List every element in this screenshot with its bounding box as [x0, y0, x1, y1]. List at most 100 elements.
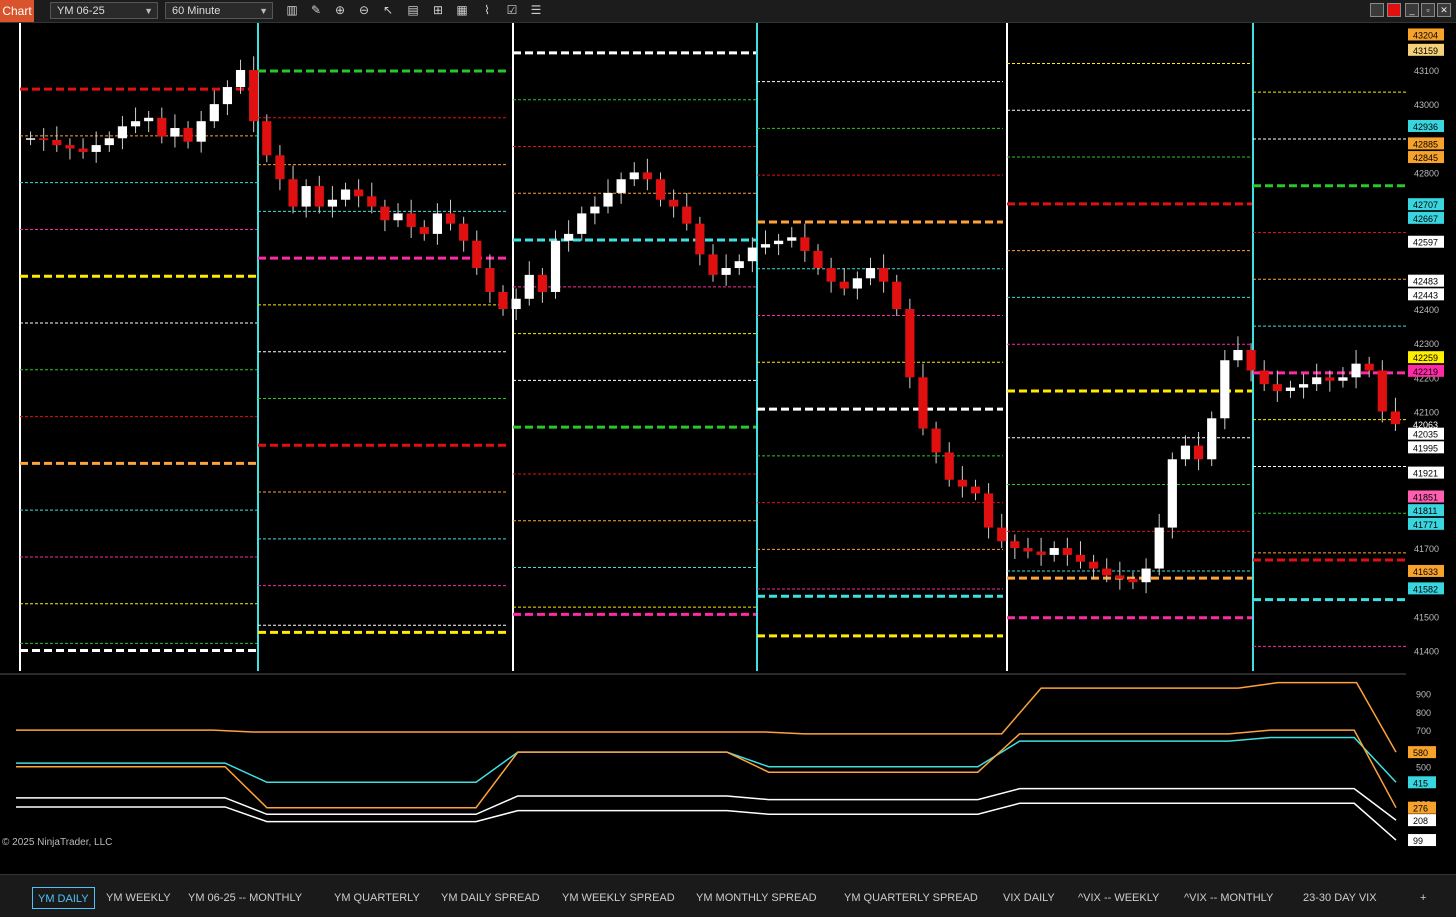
chart-title-label[interactable]: Chart: [0, 0, 34, 22]
price-marker-label: 42443: [1413, 290, 1438, 300]
price-marker-label: 42667: [1413, 214, 1438, 224]
candle-body: [1298, 384, 1309, 388]
price-marker-label: 42885: [1413, 139, 1438, 149]
candle-body: [1312, 377, 1322, 385]
level-lines: [19, 23, 1406, 671]
indicator-marker-label: 415: [1413, 778, 1428, 788]
price-marker-label: 42219: [1413, 367, 1438, 377]
workspace-tab[interactable]: YM DAILY SPREAD: [441, 887, 540, 909]
candle-body: [603, 192, 613, 207]
interval-value: 60 Minute: [172, 5, 221, 17]
candle-body: [1180, 445, 1191, 460]
candle-body: [1259, 370, 1269, 385]
candle-body: [419, 227, 429, 234]
record-icon[interactable]: [1387, 3, 1401, 17]
bar-type-icon[interactable]: ▥: [284, 2, 300, 19]
candle-body: [1338, 377, 1348, 381]
candle-body: [655, 179, 666, 200]
candle-body: [301, 186, 311, 207]
candle-body: [262, 121, 272, 156]
indicators-icon[interactable]: ⌇: [479, 2, 495, 19]
candle-body: [511, 298, 521, 310]
candle-body: [91, 145, 101, 152]
workspace-tab[interactable]: YM WEEKLY SPREAD: [562, 887, 675, 909]
candle-body: [800, 237, 810, 251]
candle-body: [183, 128, 193, 142]
price-marker-label: 41921: [1413, 469, 1438, 479]
candle-body: [393, 213, 403, 221]
add-tab-icon[interactable]: +: [1420, 887, 1426, 909]
indicator-tick-label: 800: [1416, 708, 1431, 718]
candle-body: [498, 291, 508, 310]
price-tick-label: 43000: [1414, 100, 1439, 110]
list-icon[interactable]: ☰: [528, 2, 544, 19]
candle-body: [406, 213, 416, 228]
price-marker-label: 43204: [1413, 30, 1438, 40]
candle-body: [774, 240, 784, 245]
candle-body: [524, 274, 534, 299]
candle-body: [1325, 377, 1335, 381]
close-icon[interactable]: ✕: [1437, 3, 1451, 17]
workspace-tab-bar: YM DAILY YM WEEKLY YM 06-25 -- MONTHLY YM Q…: [0, 874, 1456, 917]
candle-body: [1010, 541, 1020, 549]
zoom-in-icon[interactable]: ⊕: [332, 2, 348, 19]
workspace-tab[interactable]: YM WEEKLY: [106, 887, 171, 909]
link-color-icon[interactable]: [1370, 3, 1384, 17]
workspace-tab[interactable]: YM QUARTERLY SPREAD: [844, 887, 978, 909]
indicator-line: [16, 802, 1397, 841]
copyright-text: © 2025 NinjaTrader, LLC: [2, 837, 112, 848]
workspace-tab[interactable]: ^VIX -- WEEKLY: [1078, 887, 1159, 909]
templates-icon[interactable]: ⊞: [430, 2, 446, 19]
workspace-tab[interactable]: YM 06-25 -- MONTHLY: [188, 887, 302, 909]
data-box-icon[interactable]: ▤: [405, 2, 421, 19]
candle-body: [1115, 575, 1125, 579]
candle-body: [997, 527, 1007, 542]
candle-body: [459, 223, 469, 241]
indicator-marker-label: 99: [1413, 836, 1423, 846]
candle-body: [879, 268, 889, 282]
workspace-tab[interactable]: YM QUARTERLY: [334, 887, 420, 909]
candle-body: [1390, 411, 1401, 425]
maximize-icon[interactable]: ▫: [1421, 3, 1435, 17]
workspace-tab[interactable]: YM MONTHLY SPREAD: [696, 887, 817, 909]
candle-body: [629, 172, 639, 180]
chevron-down-icon: ▼: [144, 6, 153, 16]
workspace-tab[interactable]: YM DAILY: [32, 887, 95, 909]
minimize-icon[interactable]: _: [1405, 3, 1419, 17]
zoom-out-icon[interactable]: ⊖: [356, 2, 372, 19]
pencil-icon[interactable]: ✎: [308, 2, 324, 19]
price-tick-label: 42800: [1414, 168, 1439, 178]
indicator-line: [16, 736, 1397, 784]
candle-body: [537, 274, 547, 292]
candle-body: [249, 69, 259, 122]
pointer-icon[interactable]: ↖: [380, 2, 396, 19]
candle-body: [1285, 387, 1296, 391]
candle-body: [1207, 418, 1217, 460]
price-marker-label: 42845: [1413, 153, 1438, 163]
candle-body: [1049, 548, 1059, 555]
candle-body: [1364, 363, 1374, 371]
candle-body: [1088, 561, 1099, 569]
candle-body: [1272, 384, 1282, 391]
candle-body: [787, 237, 797, 241]
strategies-icon[interactable]: ▦: [454, 2, 470, 19]
candle-body: [445, 213, 456, 224]
candle-body: [813, 250, 823, 269]
interval-selector[interactable]: 60 Minute ▼: [165, 2, 273, 19]
price-tick-label: 42100: [1414, 407, 1439, 417]
price-marker-label: 41811: [1413, 506, 1437, 516]
candle-body: [157, 117, 167, 137]
candle-body: [327, 199, 338, 207]
price-axis: 4310043000428004240042300422004210041700…: [1406, 23, 1456, 674]
candle-body: [1351, 363, 1361, 378]
chart-canvas[interactable]: 4310043000428004240042300422004210041700…: [0, 23, 1456, 853]
candle-body: [1377, 370, 1387, 412]
candle-body: [577, 213, 587, 234]
indicator-tick-label: 500: [1416, 763, 1431, 773]
workspace-tab[interactable]: 23-30 DAY VIX: [1303, 887, 1377, 909]
candle-body: [144, 117, 154, 122]
workspace-tab[interactable]: ^VIX -- MONTHLY: [1184, 887, 1273, 909]
properties-icon[interactable]: ☑: [504, 2, 520, 19]
workspace-tab[interactable]: VIX DAILY: [1003, 887, 1055, 909]
instrument-selector[interactable]: YM 06-25 ▼: [50, 2, 158, 19]
